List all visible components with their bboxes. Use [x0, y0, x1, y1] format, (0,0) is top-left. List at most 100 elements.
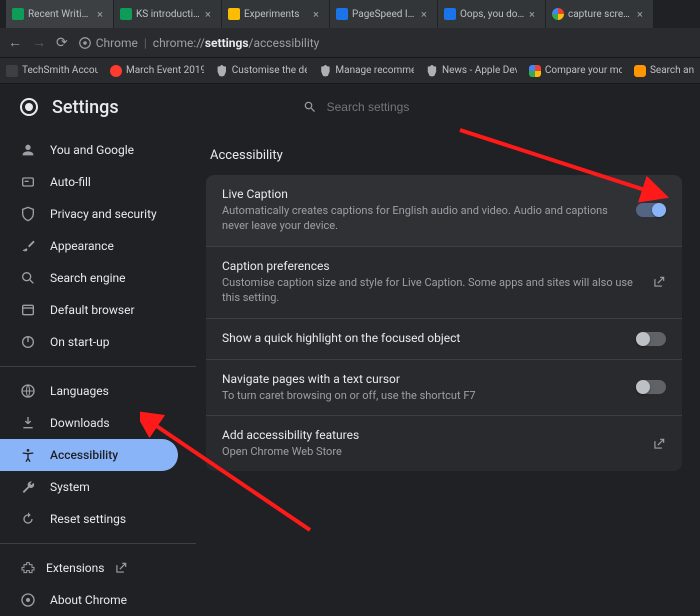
power-icon	[20, 334, 36, 350]
external-link-icon	[652, 437, 666, 451]
accessibility-card: Live Caption Automatically creates captio…	[206, 175, 682, 471]
search-input[interactable]	[327, 100, 527, 114]
row-title: Caption preferences	[222, 259, 640, 273]
row-subtitle: Open Chrome Web Store	[222, 444, 640, 459]
bookmark[interactable]: Customise the de…	[216, 65, 308, 77]
row-add-accessibility-features[interactable]: Add accessibility features Open Chrome We…	[206, 416, 682, 471]
close-icon[interactable]: ×	[421, 8, 431, 21]
row-title: Live Caption	[222, 187, 624, 201]
main: Accessibility Live CaptionAutomatically …	[196, 130, 700, 565]
close-icon[interactable]: ×	[529, 8, 539, 21]
divider	[0, 366, 196, 367]
bookmark-icon	[110, 65, 122, 77]
tab[interactable]: KS introduction S×	[114, 0, 222, 28]
bookmark[interactable]: Manage recomme…	[319, 65, 414, 77]
sidebar-item-label: Downloads	[50, 416, 110, 430]
row-title: Show a quick highlight on the focused ob…	[222, 331, 624, 345]
sidebar-item-extensions[interactable]: Extensions	[0, 552, 196, 584]
close-icon[interactable]: ×	[313, 8, 323, 21]
sidebar-item-label: Default browser	[50, 303, 135, 317]
bookmark-label: TechSmith Accou…	[22, 65, 98, 76]
omnibox[interactable]: Chrome | chrome://settings/accessibility	[78, 36, 692, 50]
sidebar-item-search-engine[interactable]: Search engine	[0, 262, 196, 294]
close-icon[interactable]: ×	[205, 8, 215, 21]
bookmark-icon	[529, 65, 541, 77]
sidebar-item-label: Appearance	[50, 239, 114, 253]
sidebar: You and Google Auto-fill Privacy and sec…	[0, 130, 196, 565]
content: You and Google Auto-fill Privacy and sec…	[0, 130, 700, 565]
bookmark[interactable]: March Event 2019…	[110, 65, 204, 77]
chrome-icon	[20, 592, 36, 608]
tab-favicon	[228, 8, 240, 20]
tab[interactable]: capture screensh ×	[546, 0, 654, 28]
sidebar-item-appearance[interactable]: Appearance	[0, 230, 196, 262]
tab-title: PageSpeed Insig	[352, 9, 417, 20]
settings-chrome-icon	[20, 98, 38, 116]
search-wrapper	[303, 100, 527, 114]
sidebar-item-about-chrome[interactable]: About Chrome	[0, 584, 196, 616]
bookmark[interactable]: Search and	[634, 65, 694, 77]
sidebar-item-label: On start-up	[50, 335, 109, 349]
row-title: Navigate pages with a text cursor	[222, 372, 624, 386]
bookmark-label: March Event 2019…	[126, 65, 204, 76]
sidebar-item-you-and-google[interactable]: You and Google	[0, 134, 196, 166]
person-icon	[20, 142, 36, 158]
row-quick-highlight[interactable]: Show a quick highlight on the focused ob…	[206, 319, 682, 360]
download-icon	[20, 415, 36, 431]
row-subtitle: Automatically creates captions for Engli…	[222, 203, 624, 234]
tab-favicon	[120, 8, 132, 20]
bookmark[interactable]: Compare your mo…	[529, 65, 622, 77]
sidebar-item-on-startup[interactable]: On start-up	[0, 326, 196, 358]
browser-icon	[20, 302, 36, 318]
extension-icon	[20, 560, 36, 576]
sidebar-item-languages[interactable]: Languages	[0, 375, 196, 407]
back-icon[interactable]: ←	[8, 34, 22, 51]
bookmark[interactable]: TechSmith Accou…	[6, 65, 98, 77]
tab-favicon	[444, 8, 456, 20]
bookmark-icon	[319, 65, 331, 77]
tab[interactable]: Oops, you don't h×	[438, 0, 546, 28]
close-icon[interactable]: ×	[97, 8, 107, 21]
sidebar-item-label: Search engine	[50, 271, 125, 285]
sidebar-item-reset[interactable]: Reset settings	[0, 503, 196, 535]
autofill-icon	[20, 174, 36, 190]
sidebar-item-label: Accessibility	[50, 448, 118, 462]
sidebar-item-system[interactable]: System	[0, 471, 196, 503]
forward-icon[interactable]: →	[32, 34, 46, 51]
chrome-icon	[78, 36, 92, 50]
tab[interactable]: PageSpeed Insig ×	[330, 0, 438, 28]
bookmark-icon	[6, 65, 18, 77]
bookmark-label: News - Apple Dev…	[442, 65, 517, 76]
tab[interactable]: Recent Writing -×	[6, 0, 114, 28]
sidebar-item-autofill[interactable]: Auto-fill	[0, 166, 196, 198]
row-navigate-text-cursor[interactable]: Navigate pages with a text cursor To turn…	[206, 360, 682, 416]
row-title: Add accessibility features	[222, 428, 640, 442]
toggle-quick-highlight[interactable]	[636, 332, 666, 346]
chrome-label: Chrome	[96, 36, 138, 50]
tab-title: capture screensh	[568, 9, 633, 20]
sidebar-item-privacy[interactable]: Privacy and security	[0, 198, 196, 230]
sidebar-item-accessibility[interactable]: Accessibility	[0, 439, 178, 471]
row-live-caption[interactable]: Live Caption Automatically creates captio…	[206, 175, 682, 247]
row-caption-preferences[interactable]: Caption preferencesCustomise caption siz…	[206, 247, 682, 319]
close-icon[interactable]: ×	[637, 8, 647, 21]
accessibility-icon	[20, 447, 36, 463]
divider	[0, 543, 196, 544]
page-header: Settings	[0, 84, 700, 130]
sidebar-item-downloads[interactable]: Downloads	[0, 407, 196, 439]
sidebar-item-label: You and Google	[50, 143, 134, 157]
row-subtitle: To turn caret browsing on or off, use th…	[222, 388, 624, 403]
sidebar-item-label: Auto-fill	[50, 175, 91, 189]
toggle-caret-browsing[interactable]	[636, 380, 666, 394]
bookmark[interactable]: News - Apple Dev…	[426, 65, 517, 77]
bookmark-icon	[634, 65, 646, 77]
bookmark-label: Search and	[650, 65, 694, 76]
tab[interactable]: Experiments×	[222, 0, 330, 28]
tab-favicon	[552, 8, 564, 20]
reload-icon[interactable]: ⟳	[56, 35, 68, 51]
toggle-live-caption[interactable]	[636, 203, 666, 217]
sidebar-item-default-browser[interactable]: Default browser	[0, 294, 196, 326]
page-title: Settings	[52, 97, 119, 118]
tab-favicon	[336, 8, 348, 20]
chrome-chip: Chrome	[78, 36, 138, 50]
